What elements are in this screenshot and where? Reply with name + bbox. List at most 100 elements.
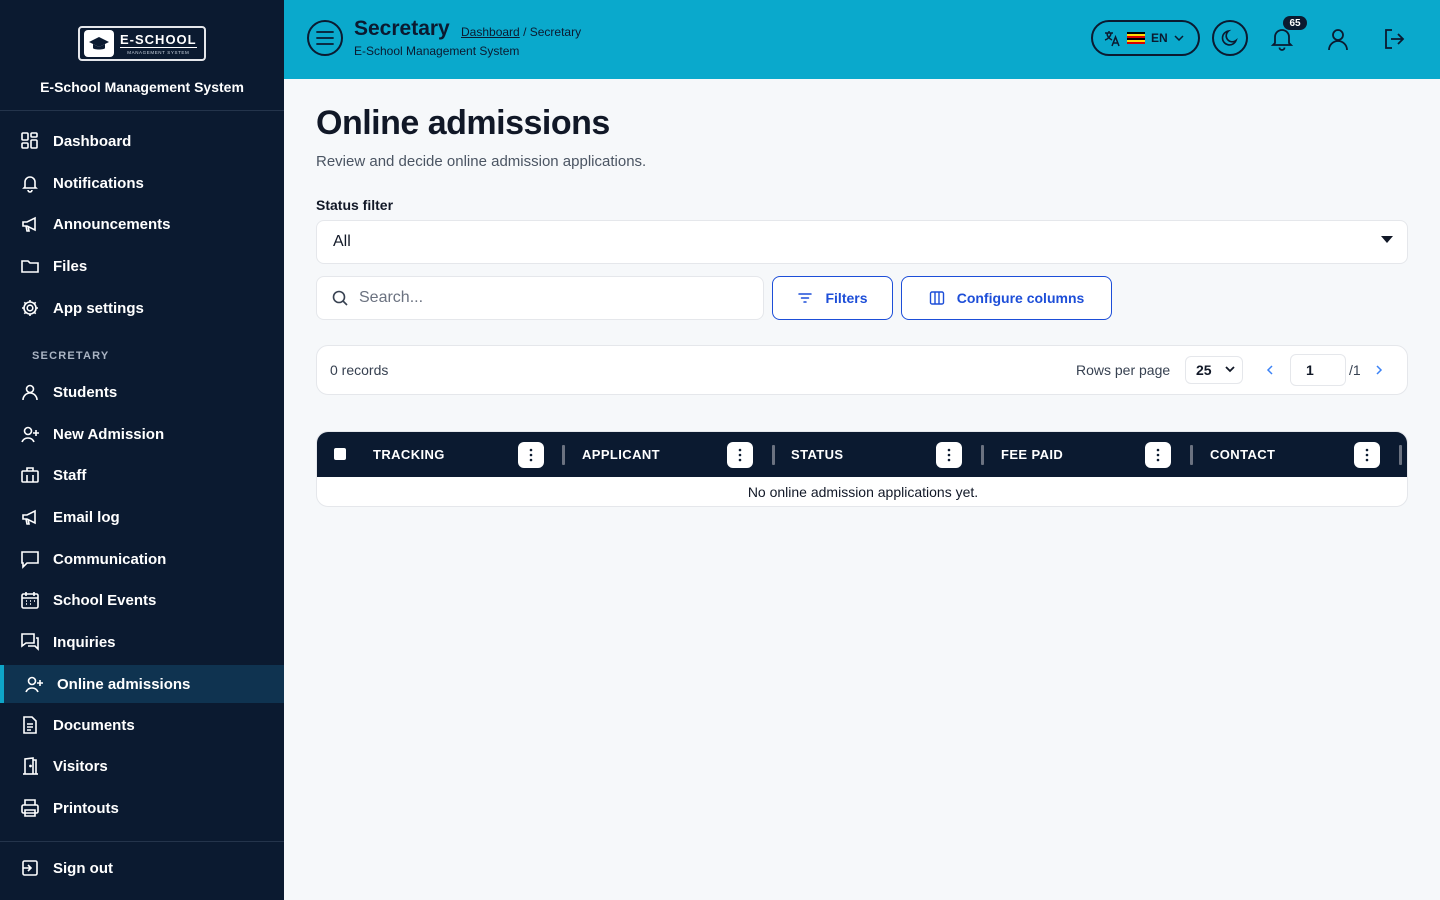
logout-icon[interactable] <box>1381 26 1407 52</box>
records-count: 0 records <box>330 362 389 378</box>
user-icon <box>22 384 38 401</box>
sidebar-item-files[interactable]: Files <box>0 247 284 285</box>
column-header-fee-paid[interactable]: FEE PAID <box>1001 432 1063 477</box>
megaphone-icon <box>22 509 36 525</box>
megaphone-icon <box>22 216 36 232</box>
sidebar-item-dashboard[interactable]: Dashboard <box>0 122 284 160</box>
column-header-contact[interactable]: CONTACT <box>1210 432 1275 477</box>
calendar-icon <box>21 592 39 609</box>
page-description: Review and decide online admission appli… <box>316 153 647 170</box>
sidebar-item-staff[interactable]: Staff <box>0 456 284 494</box>
next-page-icon[interactable] <box>1370 361 1388 379</box>
printer-icon <box>21 799 39 817</box>
top-header: Secretary Dashboard / Secretary E-School… <box>284 0 1440 79</box>
folder-icon <box>21 260 39 273</box>
admissions-table: TRACKING APPLICANT STATUS FEE PAID CONTA… <box>316 431 1408 507</box>
column-resize-handle[interactable] <box>981 445 984 465</box>
kebab-menu-icon <box>1365 448 1369 462</box>
document-icon <box>23 716 37 734</box>
caret-down-icon <box>1381 236 1393 243</box>
sidebar-item-app-settings[interactable]: App settings <box>0 289 284 327</box>
door-icon <box>23 757 38 775</box>
inquiries-icon <box>21 633 39 651</box>
breadcrumb-current: / Secretary <box>523 25 582 39</box>
column-menu-button[interactable] <box>1354 442 1380 468</box>
sidebar: E-SCHOOL MANAGEMENT SYSTEM E-School Mana… <box>0 0 284 900</box>
search-input[interactable] <box>359 289 739 307</box>
sidebar-item-inquiries[interactable]: Inquiries <box>0 623 284 661</box>
theme-toggle-button[interactable] <box>1212 20 1248 56</box>
rows-per-page-label: Rows per page <box>1076 362 1171 378</box>
column-header-tracking[interactable]: TRACKING <box>373 432 445 477</box>
sidebar-item-school-events[interactable]: School Events <box>0 581 284 619</box>
rows-per-page-select[interactable]: 25 <box>1185 356 1243 384</box>
sidebar-item-visitors[interactable]: Visitors <box>0 747 284 785</box>
breadcrumb-dashboard-link[interactable]: Dashboard <box>461 25 520 39</box>
status-filter-select[interactable]: All <box>316 220 1408 264</box>
search-field[interactable] <box>316 276 764 320</box>
sidebar-item-label: Staff <box>53 466 87 484</box>
sidebar-item-label: Email log <box>53 508 120 526</box>
kebab-menu-icon <box>947 448 951 462</box>
sidebar-item-students[interactable]: Students <box>0 373 284 411</box>
staff-icon <box>21 467 39 483</box>
table-header: TRACKING APPLICANT STATUS FEE PAID CONTA… <box>317 432 1407 477</box>
menu-toggle-button[interactable] <box>307 20 343 56</box>
column-resize-handle[interactable] <box>1399 445 1402 465</box>
sidebar-item-label: App settings <box>53 299 144 317</box>
column-menu-button[interactable] <box>1145 442 1171 468</box>
uganda-flag-icon <box>1127 32 1145 44</box>
sidebar-item-label: Printouts <box>53 799 119 817</box>
sidebar-item-label: Documents <box>53 716 135 734</box>
page-total: /1 <box>1349 362 1361 378</box>
select-all-checkbox[interactable] <box>334 448 346 460</box>
sidebar-item-announcements[interactable]: Announcements <box>0 205 284 243</box>
dashboard-grid-icon <box>21 132 38 149</box>
kebab-menu-icon <box>1156 448 1160 462</box>
column-header-applicant[interactable]: APPLICANT <box>582 432 660 477</box>
brand-name: E-School Management System <box>40 79 244 95</box>
column-menu-button[interactable] <box>936 442 962 468</box>
sidebar-item-notifications[interactable]: Notifications <box>0 164 284 202</box>
sidebar-item-email-log[interactable]: Email log <box>0 498 284 536</box>
user-profile-icon[interactable] <box>1325 26 1351 52</box>
column-menu-button[interactable] <box>727 442 753 468</box>
column-header-status[interactable]: STATUS <box>791 432 843 477</box>
status-filter-label: Status filter <box>316 197 394 213</box>
user-plus-icon <box>21 426 39 443</box>
sidebar-item-label: Dashboard <box>53 132 132 150</box>
language-code: EN <box>1151 31 1168 45</box>
moon-icon <box>1221 29 1238 46</box>
column-menu-button[interactable] <box>518 442 544 468</box>
logo[interactable]: E-SCHOOL MANAGEMENT SYSTEM <box>78 26 206 61</box>
language-selector[interactable]: EN <box>1091 20 1200 56</box>
sidebar-divider <box>0 841 284 842</box>
column-resize-handle[interactable] <box>1190 445 1193 465</box>
sidebar-item-communication[interactable]: Communication <box>0 540 284 578</box>
configure-columns-button[interactable]: Configure columns <box>901 276 1112 320</box>
sidebar-item-label: Students <box>53 383 118 401</box>
column-resize-handle[interactable] <box>562 445 565 465</box>
page-number-input[interactable]: 1 <box>1290 354 1346 386</box>
filters-button[interactable]: Filters <box>772 276 893 320</box>
sidebar-item-documents[interactable]: Documents <box>0 706 284 744</box>
sidebar-section-title: SECRETARY <box>32 350 110 362</box>
empty-table-message: No online admission applications yet. <box>747 484 979 500</box>
chat-icon <box>21 551 39 569</box>
logo-title: E-SCHOOL <box>120 31 197 48</box>
sidebar-item-label: Visitors <box>53 757 108 775</box>
graduation-cap-icon <box>84 30 114 57</box>
sidebar-item-label: New Admission <box>53 425 165 443</box>
column-resize-handle[interactable] <box>772 445 775 465</box>
sidebar-item-new-admission[interactable]: New Admission <box>0 415 284 453</box>
bell-icon <box>22 176 38 193</box>
sidebar-item-printouts[interactable]: Printouts <box>0 789 284 827</box>
filter-icon <box>798 293 813 303</box>
prev-page-icon[interactable] <box>1261 361 1279 379</box>
page-header-title: Secretary <box>354 17 450 40</box>
sidebar-signout-button[interactable]: Sign out <box>0 849 284 887</box>
sidebar-item-label: Files <box>53 257 88 275</box>
kebab-menu-icon <box>529 448 533 462</box>
pagination-bar: 0 records Rows per page 25 1 /1 <box>316 345 1408 395</box>
sidebar-item-online-admissions[interactable]: Online admissions <box>0 665 284 703</box>
